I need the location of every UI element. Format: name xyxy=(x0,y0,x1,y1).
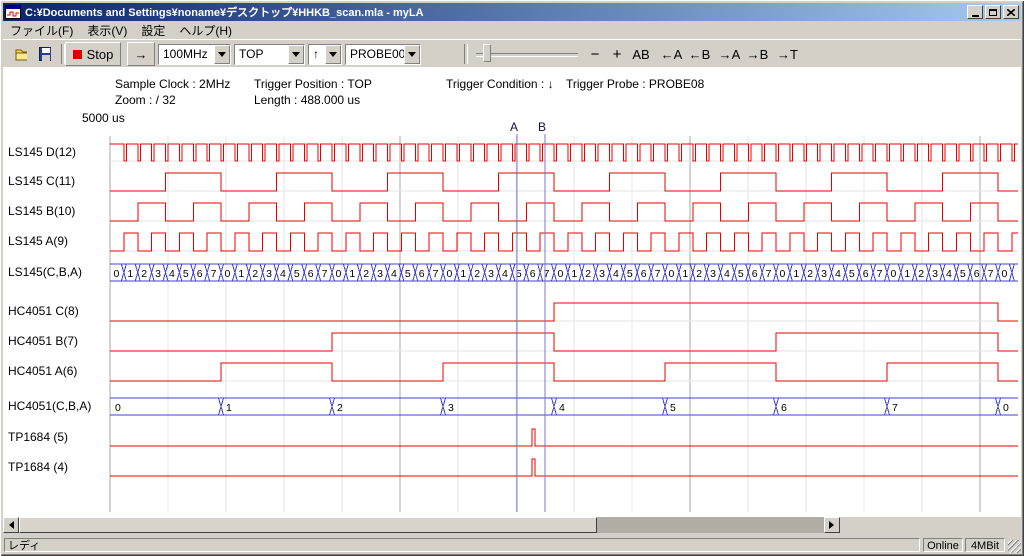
svg-text:2: 2 xyxy=(696,268,702,280)
statusbar: レディ Online 4MBit xyxy=(3,537,1021,553)
arrow-left-icon xyxy=(5,521,14,529)
svg-text:0: 0 xyxy=(558,268,564,280)
arrow-right-icon xyxy=(829,521,838,529)
status-ready: レディ xyxy=(4,538,920,552)
svg-text:4: 4 xyxy=(724,268,730,280)
svg-text:3: 3 xyxy=(599,268,605,280)
svg-text:3: 3 xyxy=(488,268,494,280)
svg-text:2: 2 xyxy=(474,268,480,280)
svg-text:1: 1 xyxy=(460,268,466,280)
svg-text:0: 0 xyxy=(891,268,897,280)
svg-text:2: 2 xyxy=(918,268,924,280)
svg-text:7: 7 xyxy=(892,402,898,414)
svg-text:4: 4 xyxy=(280,268,286,280)
svg-text:6: 6 xyxy=(530,268,536,280)
svg-text:2: 2 xyxy=(337,402,343,414)
waveform-plot[interactable]: 0123456701234567012345670123456701234567… xyxy=(0,0,1024,556)
svg-text:7: 7 xyxy=(322,268,328,280)
svg-text:7: 7 xyxy=(433,268,439,280)
svg-text:3: 3 xyxy=(710,268,716,280)
status-online-badge: Online xyxy=(923,538,963,552)
svg-text:4: 4 xyxy=(613,268,619,280)
svg-text:1: 1 xyxy=(226,402,232,414)
svg-text:1: 1 xyxy=(571,268,577,280)
svg-text:1: 1 xyxy=(793,268,799,280)
svg-text:6: 6 xyxy=(781,402,787,414)
svg-text:4: 4 xyxy=(946,268,952,280)
svg-text:4: 4 xyxy=(169,268,175,280)
svg-text:5: 5 xyxy=(738,268,744,280)
svg-text:0: 0 xyxy=(225,268,231,280)
svg-text:7: 7 xyxy=(655,268,661,280)
svg-text:1: 1 xyxy=(904,268,910,280)
svg-text:B: B xyxy=(538,120,546,134)
svg-text:5: 5 xyxy=(405,268,411,280)
svg-text:3: 3 xyxy=(932,268,938,280)
status-memory-badge: 4MBit xyxy=(965,538,1005,552)
svg-text:5: 5 xyxy=(670,402,676,414)
svg-text:3: 3 xyxy=(266,268,272,280)
svg-text:4: 4 xyxy=(391,268,397,280)
scrollbar-thumb[interactable] xyxy=(19,517,597,533)
svg-text:6: 6 xyxy=(641,268,647,280)
svg-text:3: 3 xyxy=(821,268,827,280)
svg-text:2: 2 xyxy=(363,268,369,280)
svg-text:0: 0 xyxy=(669,268,675,280)
svg-text:6: 6 xyxy=(308,268,314,280)
svg-text:2: 2 xyxy=(252,268,258,280)
svg-text:4: 4 xyxy=(559,402,565,414)
svg-text:0: 0 xyxy=(780,268,786,280)
svg-text:2: 2 xyxy=(141,268,147,280)
svg-text:7: 7 xyxy=(211,268,217,280)
svg-text:5: 5 xyxy=(849,268,855,280)
svg-text:5: 5 xyxy=(294,268,300,280)
svg-text:5: 5 xyxy=(960,268,966,280)
scroll-right-button[interactable] xyxy=(824,517,840,533)
svg-text:7: 7 xyxy=(988,268,994,280)
svg-text:7: 7 xyxy=(877,268,883,280)
svg-text:0: 0 xyxy=(447,268,453,280)
svg-text:0: 0 xyxy=(115,402,121,414)
svg-text:6: 6 xyxy=(863,268,869,280)
svg-text:0: 0 xyxy=(1003,402,1009,414)
svg-text:1: 1 xyxy=(349,268,355,280)
svg-text:1: 1 xyxy=(127,268,133,280)
svg-text:0: 0 xyxy=(1002,268,1008,280)
svg-text:2: 2 xyxy=(585,268,591,280)
svg-text:2: 2 xyxy=(807,268,813,280)
svg-text:3: 3 xyxy=(155,268,161,280)
svg-text:1: 1 xyxy=(238,268,244,280)
horizontal-scrollbar[interactable] xyxy=(3,517,840,533)
svg-text:1: 1 xyxy=(682,268,688,280)
svg-text:4: 4 xyxy=(502,268,508,280)
svg-text:0: 0 xyxy=(114,268,120,280)
svg-text:6: 6 xyxy=(974,268,980,280)
svg-text:3: 3 xyxy=(448,402,454,414)
svg-text:5: 5 xyxy=(183,268,189,280)
svg-text:7: 7 xyxy=(766,268,772,280)
svg-text:6: 6 xyxy=(752,268,758,280)
svg-text:6: 6 xyxy=(197,268,203,280)
svg-text:3: 3 xyxy=(377,268,383,280)
scroll-left-button[interactable] xyxy=(3,517,19,533)
svg-text:A: A xyxy=(510,120,518,134)
svg-text:5: 5 xyxy=(627,268,633,280)
svg-text:6: 6 xyxy=(419,268,425,280)
svg-text:0: 0 xyxy=(336,268,342,280)
resize-grip[interactable] xyxy=(1008,540,1021,553)
svg-text:4: 4 xyxy=(835,268,841,280)
